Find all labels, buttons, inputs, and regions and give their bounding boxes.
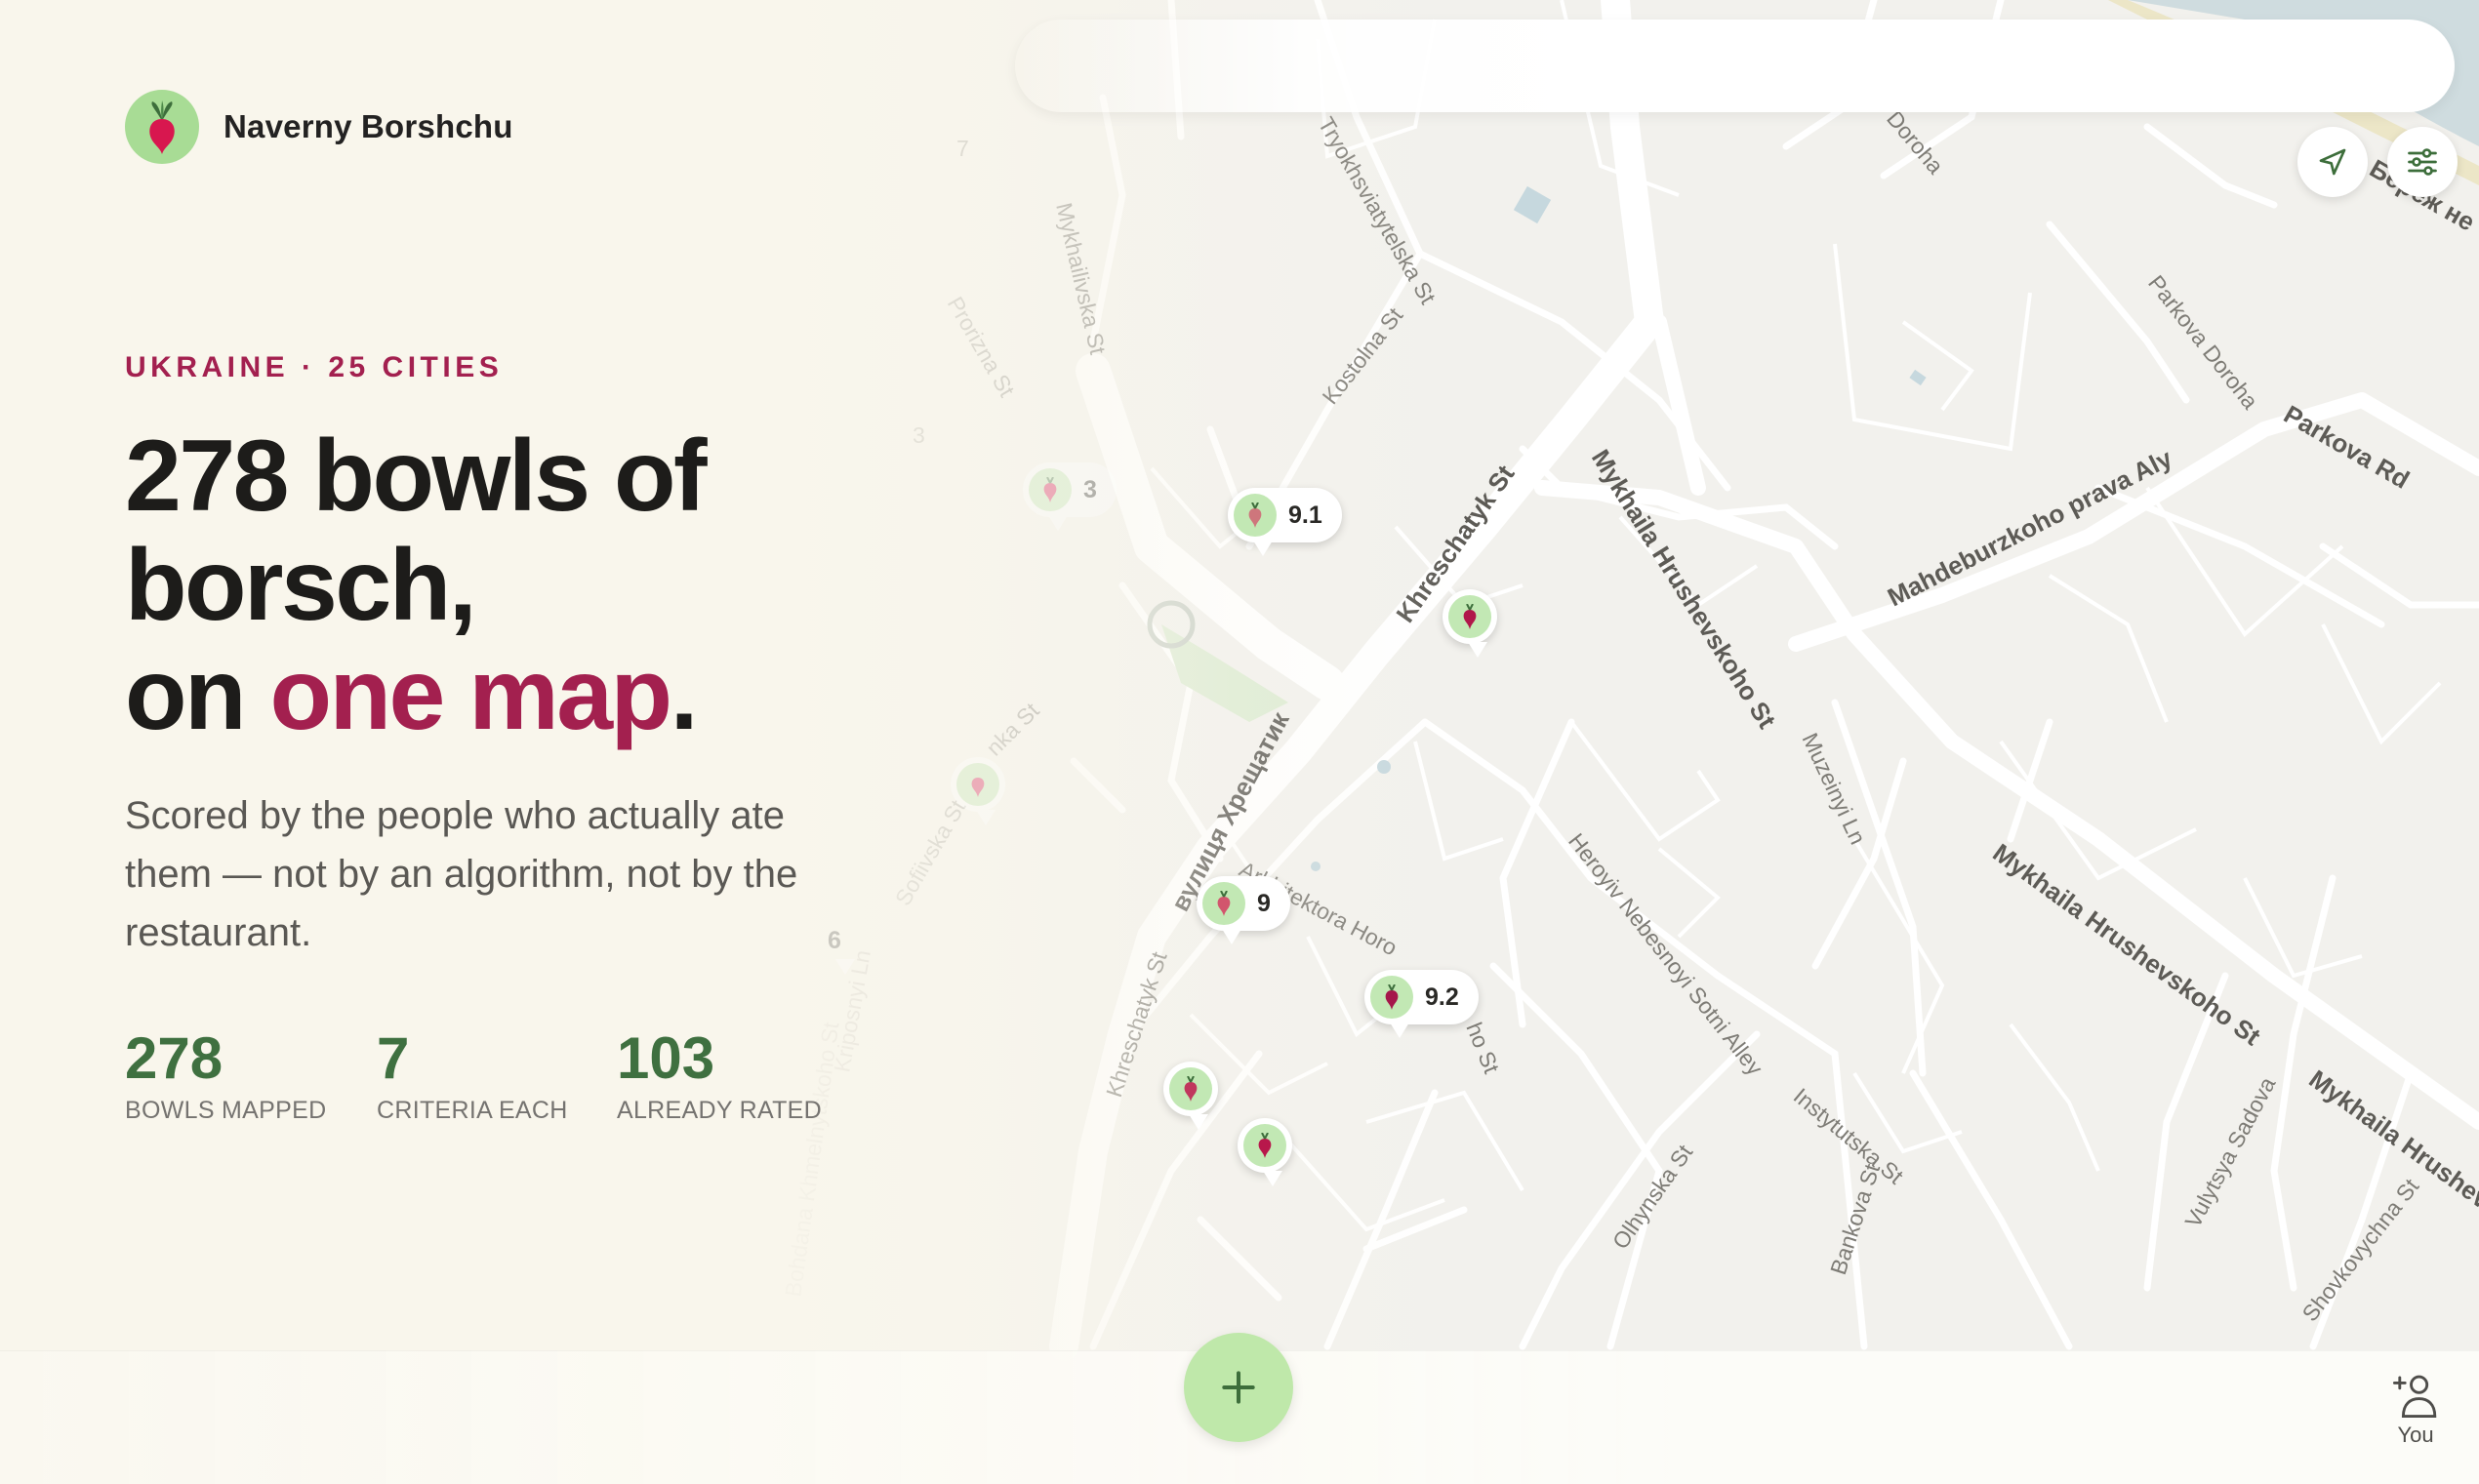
stat-value: 7 <box>377 1025 410 1091</box>
map-pin[interactable] <box>1163 1062 1218 1130</box>
beet-icon <box>1029 468 1072 511</box>
profile-label: You <box>2397 1423 2434 1447</box>
hero-line-1: 278 bowls of <box>125 420 708 533</box>
stat-label: ALREADY RATED <box>617 1097 822 1124</box>
map-pin[interactable] <box>1443 589 1497 658</box>
pin-score: 6 <box>828 927 841 954</box>
street-label-num7: 7 <box>956 136 969 161</box>
beet-icon <box>1243 1124 1286 1167</box>
hero-title: 278 bowls of borsch, on one map. <box>125 421 1003 749</box>
map-pin[interactable]: 9.1 <box>1228 488 1342 556</box>
beet-icon <box>1234 494 1277 537</box>
stat-label: CRITERIA EACH <box>377 1097 568 1124</box>
map-pin[interactable]: 3 <box>1023 462 1117 531</box>
map-pin[interactable] <box>951 757 1005 825</box>
hero-subtitle: Scored by the people who actually ate th… <box>125 794 798 954</box>
brand-name: Naverny Borshchu <box>224 108 513 144</box>
map-pin[interactable]: 6 <box>810 921 861 975</box>
eyebrow: UKRAINE · 25 CITIES <box>125 351 504 383</box>
hero-line-3-prefix: on <box>125 638 270 751</box>
map-pin[interactable]: 9 <box>1197 876 1290 944</box>
beet-icon <box>1448 595 1491 638</box>
beet-icon <box>956 763 999 806</box>
hero-line-3-suffix: . <box>670 638 699 751</box>
stat-criteria: 7 CRITERIA EACH <box>377 1026 568 1125</box>
filter-button[interactable] <box>2387 127 2458 197</box>
stat-rated: 103 ALREADY RATED <box>617 1026 822 1125</box>
search-bar[interactable] <box>1015 20 2455 112</box>
stat-value: 103 <box>617 1025 715 1091</box>
add-bowl-button[interactable] <box>1184 1333 1293 1442</box>
pin-score: 9 <box>1257 889 1271 917</box>
locate-button[interactable] <box>2297 127 2368 197</box>
beet-icon <box>125 90 199 164</box>
stat-value: 278 <box>125 1025 224 1091</box>
plus-icon <box>1222 1371 1255 1404</box>
map-pin[interactable]: 9.2 <box>1364 970 1479 1038</box>
pin-score: 9.2 <box>1425 983 1459 1011</box>
beet-icon <box>1370 976 1413 1019</box>
stat-bowls: 278 BOWLS MAPPED <box>125 1026 326 1125</box>
pin-score: 9.1 <box>1288 501 1322 529</box>
pin-score: 3 <box>1083 475 1097 503</box>
map-pin[interactable] <box>1238 1118 1292 1186</box>
beet-icon <box>1202 882 1245 925</box>
navigation-arrow-icon <box>2319 148 2346 176</box>
brand[interactable]: Naverny Borshchu <box>125 90 513 164</box>
stat-label: BOWLS MAPPED <box>125 1097 327 1124</box>
hero-line-2: borsch, <box>125 529 477 642</box>
add-user-icon <box>2392 1375 2437 1419</box>
hero-accent: one map <box>269 638 672 751</box>
beet-icon <box>1169 1067 1212 1110</box>
sliders-icon <box>2408 148 2437 176</box>
profile-button[interactable]: You <box>2381 1372 2450 1448</box>
